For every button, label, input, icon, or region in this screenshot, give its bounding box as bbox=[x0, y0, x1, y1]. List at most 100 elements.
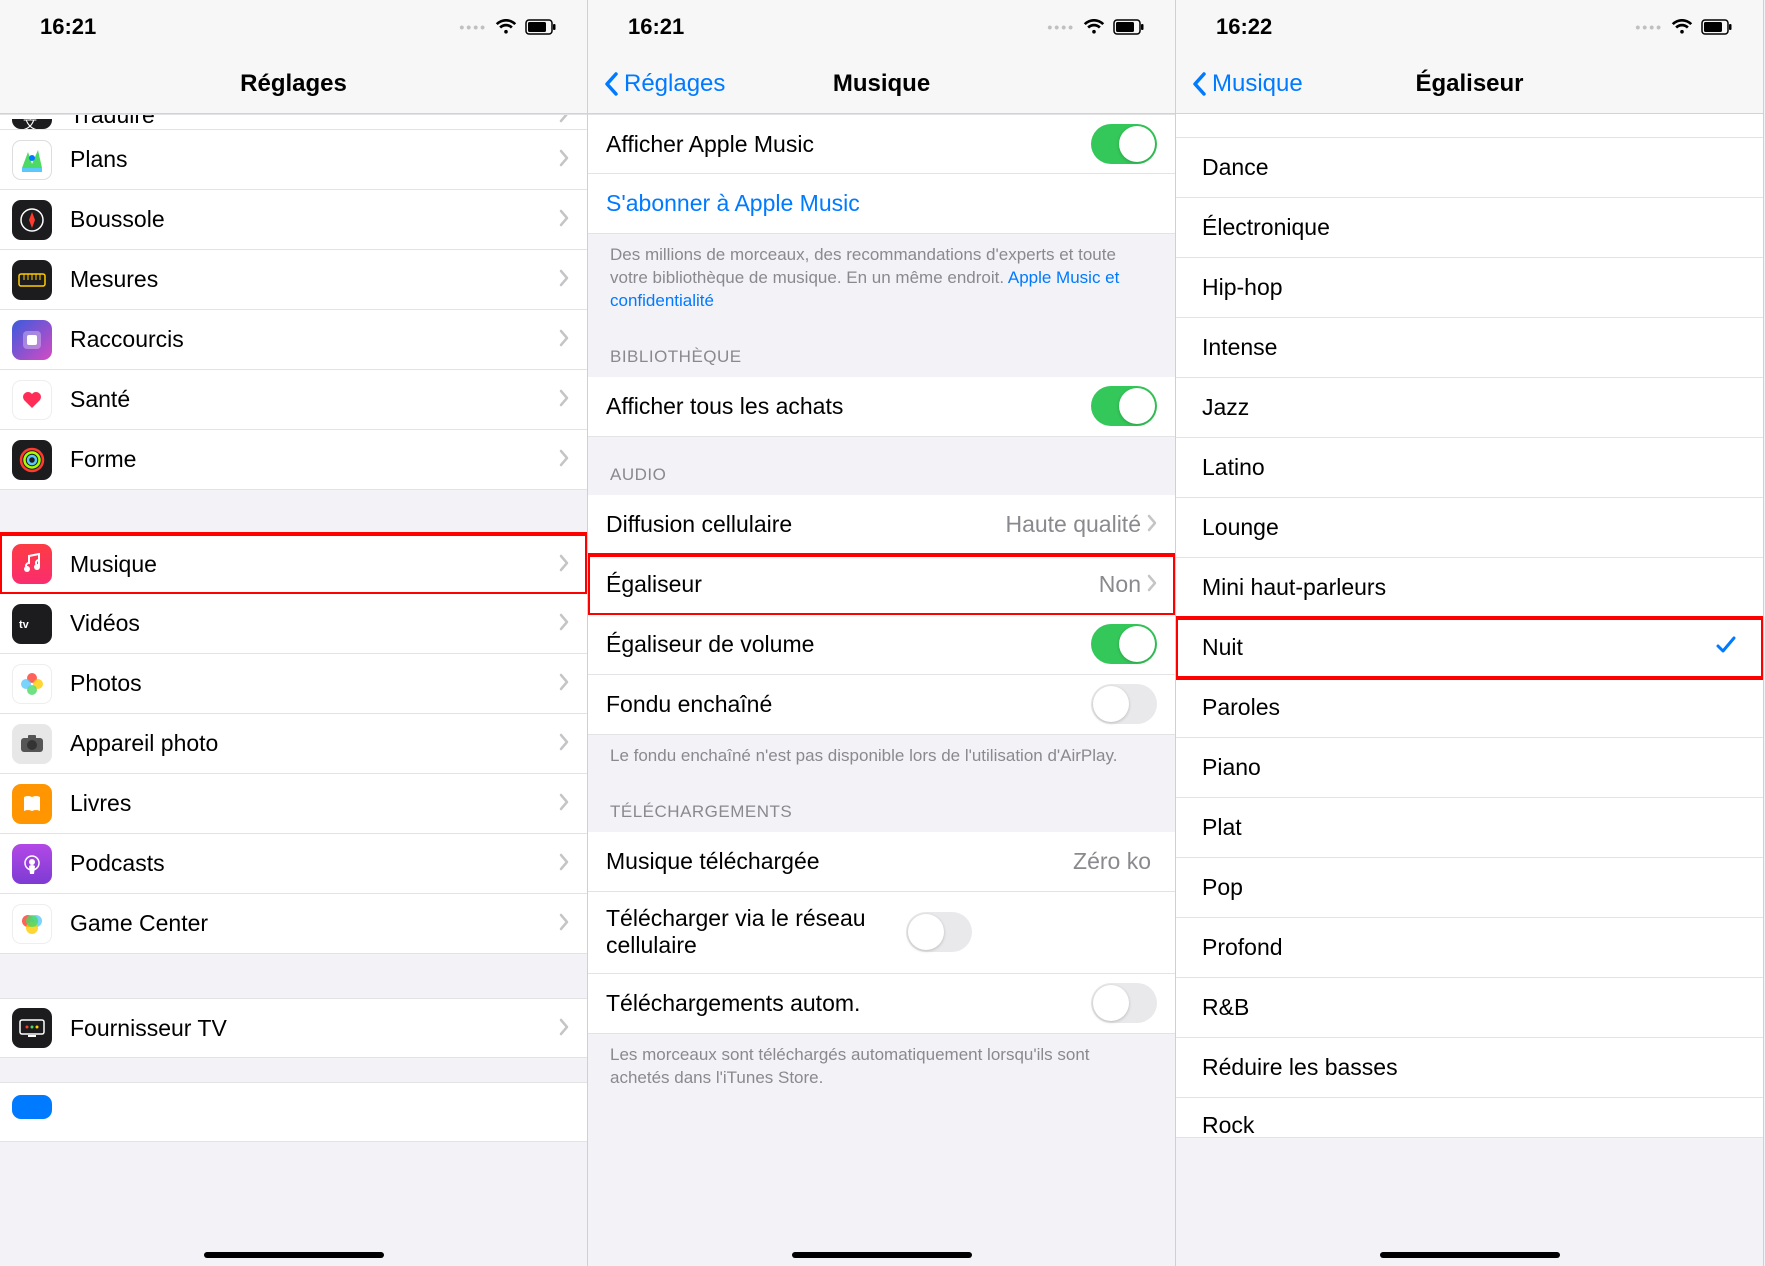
row-auto-downloads[interactable]: Téléchargements autom. bbox=[588, 974, 1175, 1034]
settings-row-camera[interactable]: Appareil photo bbox=[0, 714, 587, 774]
settings-content[interactable]: 文TraduirePlansBoussole Mesures RaccourcisS… bbox=[0, 114, 587, 1266]
home-indicator[interactable] bbox=[792, 1252, 972, 1258]
row-crossfade[interactable]: Fondu enchaîné bbox=[588, 675, 1175, 735]
settings-row-gamecenter[interactable]: Game Center bbox=[0, 894, 587, 954]
livres-icon bbox=[12, 784, 52, 824]
settings-row-photos[interactable]: Photos bbox=[0, 654, 587, 714]
nav-bar: Réglages Musique bbox=[588, 54, 1175, 114]
row-label: Forme bbox=[70, 446, 559, 473]
chevron-right-icon bbox=[559, 114, 569, 129]
eq-option[interactable]: Réduire les basses bbox=[1176, 1038, 1763, 1098]
section-header-library: BIBLIOTHÈQUE bbox=[588, 319, 1175, 377]
wifi-icon bbox=[495, 19, 517, 35]
home-indicator[interactable] bbox=[204, 1252, 384, 1258]
boussole-icon bbox=[12, 200, 52, 240]
toggle-volume-eq[interactable] bbox=[1091, 624, 1157, 664]
settings-row-podcasts[interactable]: Podcasts bbox=[0, 834, 587, 894]
back-button[interactable]: Réglages bbox=[604, 70, 725, 98]
row-label: Mesures bbox=[70, 266, 559, 293]
toggle-download-cellular[interactable] bbox=[906, 912, 972, 952]
settings-row-boussole[interactable]: Boussole bbox=[0, 190, 587, 250]
settings-row-partial[interactable] bbox=[0, 1082, 587, 1142]
settings-row-plans[interactable]: Plans bbox=[0, 130, 587, 190]
chevron-right-icon bbox=[559, 790, 569, 817]
camera-icon bbox=[12, 724, 52, 764]
translate-icon: 文 bbox=[12, 119, 52, 129]
cellular-icon: •••• bbox=[459, 19, 487, 35]
eq-option[interactable]: Intense bbox=[1176, 318, 1763, 378]
row-label: Égaliseur de volume bbox=[606, 631, 1091, 658]
row-download-cellular[interactable]: Télécharger via le réseau cellulaire bbox=[588, 892, 1175, 974]
eq-option[interactable]: Mini haut-parleurs bbox=[1176, 558, 1763, 618]
battery-icon bbox=[1113, 19, 1145, 35]
toggle-show-purchases[interactable] bbox=[1091, 386, 1157, 426]
eq-option[interactable]: Hip-hop bbox=[1176, 258, 1763, 318]
chevron-right-icon bbox=[559, 386, 569, 413]
row-equalizer[interactable]: Égaliseur Non bbox=[588, 555, 1175, 615]
settings-row-videos[interactable]: tvVidéos bbox=[0, 594, 587, 654]
plans-icon bbox=[12, 140, 52, 180]
eq-option[interactable]: Rock bbox=[1176, 1098, 1763, 1138]
toggle-crossfade[interactable] bbox=[1091, 684, 1157, 724]
eq-option[interactable]: Latino bbox=[1176, 438, 1763, 498]
row-label: Podcasts bbox=[70, 850, 559, 877]
eq-option[interactable]: Profond bbox=[1176, 918, 1763, 978]
eq-option-label: Réduire les basses bbox=[1202, 1054, 1737, 1081]
row-volume-eq[interactable]: Égaliseur de volume bbox=[588, 615, 1175, 675]
toggle-show-apple-music[interactable] bbox=[1091, 124, 1157, 164]
eq-option[interactable]: Jazz bbox=[1176, 378, 1763, 438]
settings-row-sante[interactable]: Santé bbox=[0, 370, 587, 430]
status-icons: •••• bbox=[1635, 19, 1733, 35]
settings-row-mesures[interactable]: Mesures bbox=[0, 250, 587, 310]
settings-row-tv[interactable]: Fournisseur TV bbox=[0, 998, 587, 1058]
settings-row-raccourcis[interactable]: Raccourcis bbox=[0, 310, 587, 370]
home-indicator[interactable] bbox=[1380, 1252, 1560, 1258]
status-bar: 16:22 •••• bbox=[1176, 0, 1763, 54]
group-spacer bbox=[0, 490, 587, 534]
settings-row-forme[interactable]: Forme bbox=[0, 430, 587, 490]
cellular-icon: •••• bbox=[1635, 19, 1663, 35]
chevron-right-icon bbox=[559, 551, 569, 578]
eq-option[interactable]: Nuit bbox=[1176, 618, 1763, 678]
row-show-purchases[interactable]: Afficher tous les achats bbox=[588, 377, 1175, 437]
toggle-auto-downloads[interactable] bbox=[1091, 983, 1157, 1023]
eq-option[interactable]: Dance bbox=[1176, 138, 1763, 198]
row-subscribe-apple-music[interactable]: S'abonner à Apple Music bbox=[588, 174, 1175, 234]
app-icon bbox=[12, 1095, 52, 1119]
battery-icon bbox=[525, 19, 557, 35]
wifi-icon bbox=[1671, 19, 1693, 35]
section-header-downloads: TÉLÉCHARGEMENTS bbox=[588, 774, 1175, 832]
eq-option[interactable]: R&B bbox=[1176, 978, 1763, 1038]
eq-option[interactable]: Pop bbox=[1176, 858, 1763, 918]
row-cellular-streaming[interactable]: Diffusion cellulaire Haute qualité bbox=[588, 495, 1175, 555]
settings-row-translate[interactable]: 文Traduire bbox=[0, 114, 587, 130]
eq-option[interactable]: Plat bbox=[1176, 798, 1763, 858]
settings-row-musique[interactable]: Musique bbox=[0, 534, 587, 594]
row-label: Afficher tous les achats bbox=[606, 393, 1091, 420]
chevron-right-icon bbox=[559, 910, 569, 937]
row-label: Égaliseur bbox=[606, 571, 1099, 598]
row-downloaded-music[interactable]: Musique téléchargée Zéro ko bbox=[588, 832, 1175, 892]
eq-option-label: Dance bbox=[1202, 154, 1737, 181]
status-time: 16:21 bbox=[628, 14, 684, 40]
chevron-right-icon bbox=[559, 266, 569, 293]
row-label: Fondu enchaîné bbox=[606, 691, 1091, 718]
checkmark-icon bbox=[1715, 634, 1737, 662]
equalizer-content[interactable]: Dance Électronique Hip-hop IntenseJazzLatin… bbox=[1176, 114, 1763, 1266]
row-show-apple-music[interactable]: Afficher Apple Music bbox=[588, 114, 1175, 174]
back-button[interactable]: Musique bbox=[1192, 70, 1303, 98]
eq-option[interactable]: Paroles bbox=[1176, 678, 1763, 738]
eq-option-partial-top[interactable] bbox=[1176, 114, 1763, 138]
settings-row-livres[interactable]: Livres bbox=[0, 774, 587, 834]
eq-option[interactable]: Électronique bbox=[1176, 198, 1763, 258]
eq-option[interactable]: Lounge bbox=[1176, 498, 1763, 558]
eq-option-label: Hip-hop bbox=[1202, 274, 1737, 301]
row-label: Photos bbox=[70, 670, 559, 697]
screen-music-settings: 16:21 •••• Réglages Musique Afficher App… bbox=[588, 0, 1176, 1266]
eq-option[interactable]: Piano bbox=[1176, 738, 1763, 798]
music-settings-content[interactable]: Afficher Apple Music S'abonner à Apple M… bbox=[588, 114, 1175, 1266]
videos-icon: tv bbox=[12, 604, 52, 644]
status-time: 16:22 bbox=[1216, 14, 1272, 40]
row-label: Afficher Apple Music bbox=[606, 131, 1091, 158]
raccourcis-icon bbox=[12, 320, 52, 360]
